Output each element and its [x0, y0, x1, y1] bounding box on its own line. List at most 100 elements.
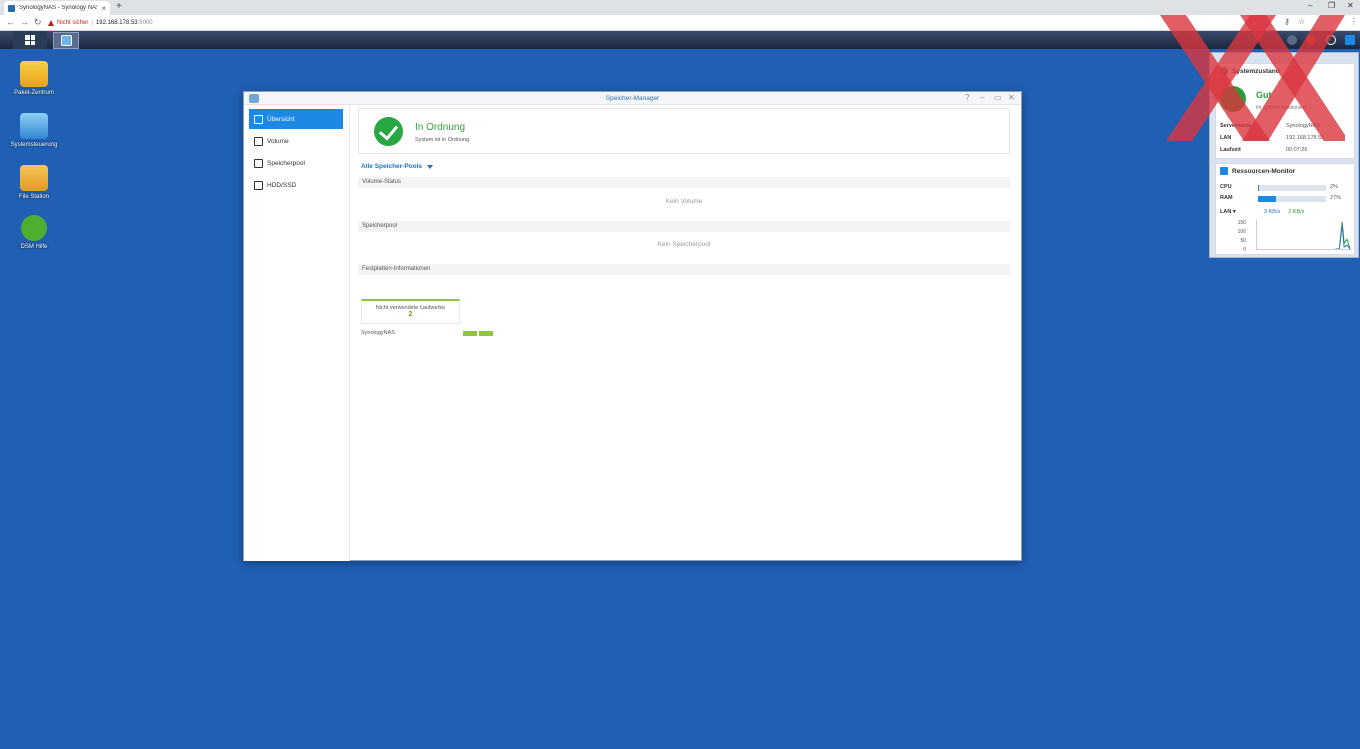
lan-selector[interactable]: LAN ▾ — [1220, 209, 1256, 215]
row-value: 192.168.178.53 — [1286, 135, 1325, 141]
disk-info-header: Festplatten-Informationen — [358, 264, 1010, 275]
desktop-icon-file-station[interactable]: File Station — [8, 165, 60, 201]
help-button[interactable]: ? — [965, 93, 969, 102]
key-icon[interactable]: ⚷ — [1284, 17, 1290, 26]
desktop-icon-label: Systemsteuerung — [10, 142, 58, 148]
minimize-button[interactable]: – — [980, 93, 984, 102]
storage-pool-header: Speicherpool — [358, 221, 1010, 232]
taskbar-storage-manager[interactable] — [53, 32, 79, 49]
health-status: Gut — [1256, 90, 1272, 100]
sidebar-item-label: Volume — [267, 137, 289, 145]
caret-down-icon — [427, 164, 434, 169]
dsm-taskbar — [0, 31, 1360, 49]
disk-slot-2[interactable] — [479, 331, 493, 336]
browser-tabstrip: SynologyNAS - Synology NAS × + – ❐ ✕ — [0, 0, 1360, 15]
browser-restore-button[interactable]: ❐ — [1328, 1, 1335, 10]
main-menu-button[interactable] — [13, 31, 47, 49]
checkmark-icon — [374, 117, 403, 146]
desktop-icon-label: Paket-Zentrum — [14, 90, 54, 96]
status-card: In Ordnung System ist in Ordnung. — [358, 108, 1010, 154]
lan-row: LAN ▾ 3 KB/s 2 KB/s — [1220, 209, 1304, 215]
row-key: Laufzeit — [1220, 147, 1241, 153]
user-icon[interactable] — [1306, 35, 1316, 45]
control-panel-icon — [20, 113, 48, 139]
status-subtitle: System ist in Ordnung. — [415, 137, 471, 143]
unused-drives-count: 2 — [408, 311, 413, 318]
sidebar-item-hdd-ssd[interactable]: HDD/SSD — [249, 175, 343, 195]
tab-close-icon[interactable]: × — [101, 4, 106, 13]
unused-drives-card[interactable]: Nicht verwendete Laufwerke 2 — [361, 299, 460, 324]
desktop-icon-control-panel[interactable]: Systemsteuerung — [8, 113, 60, 149]
browser-tab[interactable]: SynologyNAS - Synology NAS × — [4, 1, 110, 15]
monitor-icon — [1220, 167, 1228, 175]
ram-bar-fill — [1258, 196, 1277, 202]
package-center-icon — [20, 61, 48, 87]
overview-icon — [254, 114, 263, 124]
back-button[interactable]: ← — [6, 17, 15, 27]
checkmark-icon — [1220, 86, 1246, 112]
folder-icon — [20, 165, 48, 191]
search-icon[interactable] — [1326, 35, 1336, 45]
cpu-bar — [1258, 185, 1326, 191]
sidebar-item-label: Übersicht — [267, 115, 295, 123]
widget-title: Systemzustand — [1232, 67, 1280, 75]
resource-monitor-widget: Ressourcen-Monitor CPU 2% RAM 27% LAN ▾ … — [1215, 163, 1355, 255]
disk-slot-1[interactable] — [463, 331, 477, 336]
pool-dropdown[interactable]: Alle Speicher-Pools — [361, 163, 434, 170]
sidebar-item-overview[interactable]: Übersicht — [249, 109, 343, 129]
y-tick-label: 150 — [1237, 220, 1246, 226]
health-row: Servername SynologyNAS — [1220, 123, 1350, 129]
tab-title: SynologyNAS - Synology NAS — [19, 5, 98, 11]
info-icon — [1220, 67, 1228, 75]
pool-dropdown-label: Alle Speicher-Pools — [361, 163, 423, 170]
browser-menu-icon[interactable]: ⋮ — [1350, 17, 1358, 26]
widgets-icon[interactable] — [1345, 35, 1355, 45]
window-title: Speicher-Manager — [605, 95, 660, 102]
warning-icon — [48, 19, 54, 26]
bookmark-star-icon[interactable]: ☆ — [1298, 17, 1305, 26]
y-tick-label: 50 — [1240, 238, 1246, 244]
forward-button[interactable]: → — [20, 17, 29, 27]
address-bar[interactable]: Nicht sicher | 192.168.178.53:5000 — [48, 16, 1284, 29]
desktop-icon-package-center[interactable]: Paket-Zentrum — [8, 61, 60, 97]
url-text: 192.168.178.53:5000 — [96, 20, 153, 26]
ram-percent: 27% — [1330, 195, 1342, 201]
storage-pool-icon — [254, 158, 263, 168]
desktop-icon-dsm-help[interactable]: DSM Hilfe — [8, 215, 60, 251]
synology-favicon-icon — [8, 4, 15, 12]
sidebar-item-label: Speicherpool — [267, 159, 305, 167]
sidebar-item-storage-pool[interactable]: Speicherpool — [249, 153, 343, 173]
new-tab-button[interactable]: + — [116, 1, 122, 12]
system-health-widget: Systemzustand Gut Ihr System funktionier… — [1215, 63, 1355, 159]
reload-button[interactable]: ↻ — [34, 17, 42, 28]
health-subtitle: Ihr System funktioniert ... — [1256, 105, 1312, 111]
main-content: In Ordnung System ist in Ordnung. Alle S… — [351, 105, 1021, 561]
url-port: :5000 — [137, 19, 153, 26]
health-row: LAN 192.168.178.53 — [1220, 135, 1350, 141]
desktop-icon-label: DSM Hilfe — [20, 244, 48, 250]
help-icon — [21, 215, 47, 241]
close-button[interactable]: ✕ — [1008, 93, 1015, 102]
maximize-button[interactable]: ▭ — [994, 93, 1002, 102]
cpu-percent: 2% — [1330, 184, 1338, 190]
download-rate: 2 KB/s — [1288, 209, 1305, 215]
sidebar-item-volume[interactable]: Volume — [249, 131, 343, 151]
window-titlebar[interactable]: Speicher-Manager ? – ▭ ✕ — [244, 92, 1021, 105]
y-tick-label: 100 — [1237, 229, 1246, 235]
y-tick-label: 0 — [1243, 247, 1246, 253]
security-label[interactable]: Nicht sicher — [57, 20, 88, 26]
chat-icon[interactable] — [1287, 35, 1297, 45]
url-separator: | — [91, 19, 93, 26]
url-host: 192.168.178.53 — [95, 19, 138, 26]
nas-name: SynologyNAS — [361, 330, 395, 336]
row-value: SynologyNAS — [1286, 123, 1320, 129]
browser-close-button[interactable]: ✕ — [1347, 1, 1354, 10]
health-row: Laufzeit 00:07:26 — [1220, 147, 1350, 153]
upload-rate: 3 KB/s — [1264, 209, 1281, 215]
sidebar-item-label: HDD/SSD — [267, 181, 297, 189]
widget-title: Ressourcen-Monitor — [1232, 167, 1296, 175]
desktop-icon-label: File Station — [18, 194, 49, 200]
row-key: Servername — [1220, 123, 1252, 129]
browser-minimize-button[interactable]: – — [1308, 1, 1312, 10]
upload-series-line — [1335, 225, 1351, 249]
